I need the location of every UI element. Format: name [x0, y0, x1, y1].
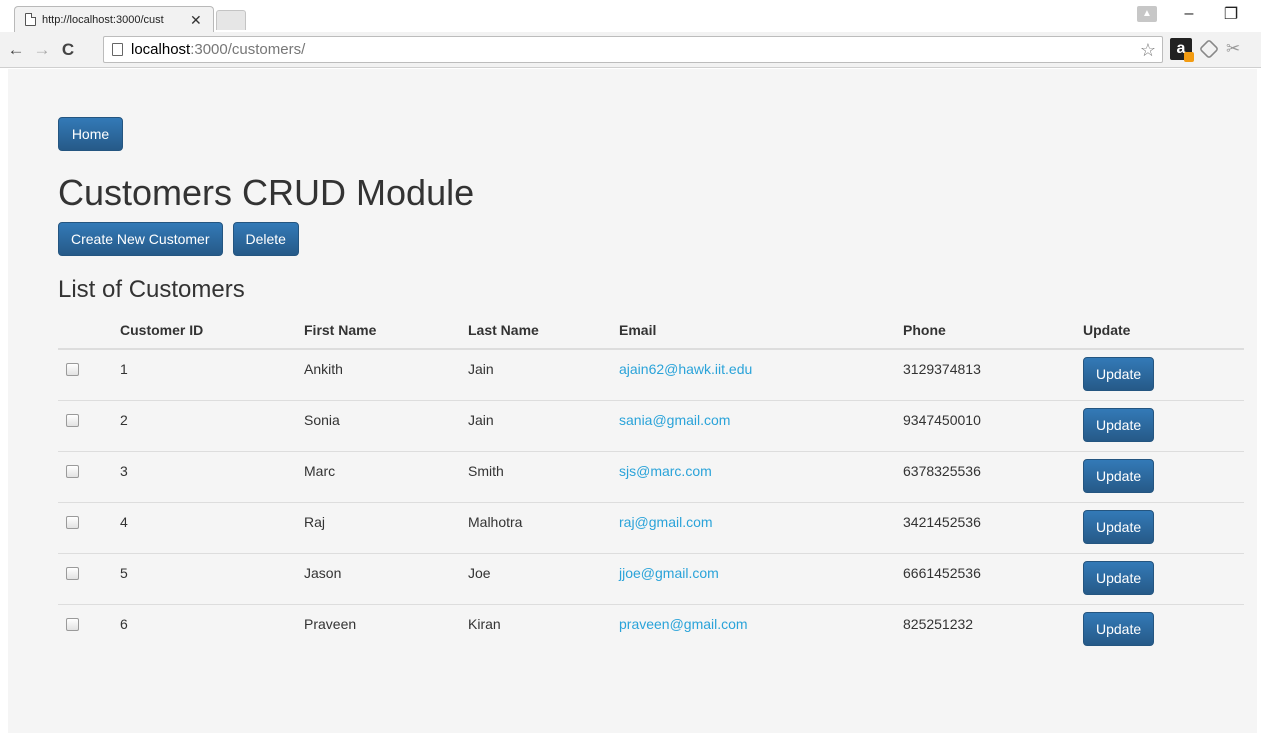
header-update: Update	[1083, 312, 1244, 350]
table-row: 1 Ankith Jain ajain62@hawk.iit.edu 31293…	[58, 349, 1244, 400]
home-button[interactable]: Home	[58, 117, 123, 151]
cube-extension-icon[interactable]	[1198, 38, 1220, 60]
url-path: :3000/customers/	[190, 41, 306, 58]
customer-id-cell: 1	[120, 361, 128, 377]
list-heading: List of Customers	[58, 276, 245, 303]
reload-button[interactable]: C	[58, 40, 78, 60]
header-customer-id: Customer ID	[120, 312, 304, 350]
phone-cell: 3421452536	[903, 501, 1083, 553]
phone-cell: 6378325536	[903, 450, 1083, 502]
create-customer-button[interactable]: Create New Customer	[58, 222, 223, 256]
first-name-cell: Marc	[304, 450, 468, 502]
customer-id-cell: 6	[120, 603, 304, 655]
last-name-cell: Malhotra	[468, 501, 619, 553]
row-checkbox[interactable]	[66, 464, 79, 478]
phone-cell: 3129374813	[903, 361, 981, 377]
tab-strip: http://localhost:3000/cust ✕ ▲ – ❐	[0, 0, 1261, 32]
email-link[interactable]: jjoe@gmail.com	[619, 565, 719, 581]
tab-title: http://localhost:3000/cust	[42, 13, 164, 26]
restore-button[interactable]: ❐	[1221, 4, 1241, 24]
page-viewport: Home Customers CRUD Module Create New Cu…	[8, 69, 1257, 733]
extension-badge	[1184, 52, 1194, 62]
customer-id-cell: 5	[120, 552, 304, 604]
minimize-button[interactable]: –	[1179, 5, 1199, 23]
update-button[interactable]: Update	[1083, 407, 1155, 442]
browser-toolbar: ← → C localhost:3000/customers/ ☆ a ✂	[0, 32, 1261, 68]
update-button[interactable]: Update	[1083, 458, 1155, 493]
last-name-cell: Smith	[468, 450, 619, 502]
update-button[interactable]: Update	[1083, 357, 1155, 391]
update-button[interactable]: Update	[1083, 611, 1155, 646]
last-name-cell: Kiran	[468, 603, 619, 655]
bookmark-star-icon[interactable]: ☆	[1140, 40, 1156, 61]
email-link[interactable]: sania@gmail.com	[619, 412, 730, 428]
first-name-cell: Ankith	[304, 361, 343, 377]
phone-cell: 825251232	[903, 603, 1083, 655]
tool-extension-icon[interactable]: ✂	[1226, 39, 1240, 59]
forward-button[interactable]: →	[32, 40, 52, 60]
customer-id-cell: 3	[120, 450, 304, 502]
row-checkbox[interactable]	[66, 566, 79, 580]
new-tab-button[interactable]	[216, 10, 246, 30]
last-name-cell: Jain	[468, 361, 494, 377]
last-name-cell: Joe	[468, 552, 619, 604]
customers-table: Customer ID First Name Last Name Email P…	[58, 312, 1244, 655]
phone-cell: 9347450010	[903, 399, 1083, 451]
window-controls: ▲ – ❐	[1137, 4, 1241, 24]
browser-tab[interactable]: http://localhost:3000/cust ✕	[14, 6, 214, 32]
email-link[interactable]: raj@gmail.com	[619, 514, 713, 530]
header-select	[58, 312, 120, 350]
action-buttons: Create New Customer Delete	[58, 222, 299, 256]
delete-button[interactable]: Delete	[232, 222, 299, 256]
page-title: Customers CRUD Module	[58, 172, 475, 213]
amazon-extension-icon[interactable]: a	[1170, 38, 1194, 62]
close-tab-icon[interactable]: ✕	[190, 13, 202, 27]
customer-id-cell: 2	[120, 399, 304, 451]
table-row: 6 Praveen Kiran praveen@gmail.com 825251…	[58, 603, 1244, 655]
last-name-cell: Jain	[468, 399, 619, 451]
url-host: localhost	[131, 41, 191, 58]
extension-icons: a ✂	[1170, 38, 1240, 62]
first-name-cell: Jason	[304, 552, 468, 604]
row-checkbox[interactable]	[66, 617, 79, 631]
page-icon	[25, 13, 36, 26]
table-row: 4 Raj Malhotra raj@gmail.com 3421452536 …	[58, 501, 1244, 553]
header-first-name: First Name	[304, 312, 468, 350]
phone-cell: 6661452536	[903, 552, 1083, 604]
header-last-name: Last Name	[468, 312, 619, 350]
row-checkbox[interactable]	[66, 413, 79, 427]
row-checkbox[interactable]	[66, 363, 79, 376]
first-name-cell: Raj	[304, 501, 468, 553]
table-header-row: Customer ID First Name Last Name Email P…	[58, 312, 1244, 350]
table-row: 3 Marc Smith sjs@marc.com 6378325536 Upd…	[58, 450, 1244, 502]
first-name-cell: Sonia	[304, 399, 468, 451]
update-button[interactable]: Update	[1083, 509, 1155, 544]
email-link[interactable]: ajain62@hawk.iit.edu	[619, 361, 752, 377]
back-button[interactable]: ←	[6, 40, 26, 60]
email-link[interactable]: praveen@gmail.com	[619, 616, 748, 632]
customer-id-cell: 4	[120, 501, 304, 553]
update-button[interactable]: Update	[1083, 560, 1155, 595]
header-phone: Phone	[903, 312, 1083, 350]
header-email: Email	[619, 312, 903, 350]
page-icon	[112, 43, 123, 56]
email-link[interactable]: sjs@marc.com	[619, 463, 712, 479]
address-bar[interactable]: localhost:3000/customers/ ☆	[103, 36, 1163, 63]
row-checkbox[interactable]	[66, 515, 79, 529]
profile-icon[interactable]: ▲	[1137, 6, 1157, 22]
table-row: 5 Jason Joe jjoe@gmail.com 6661452536 Up…	[58, 552, 1244, 604]
table-row: 2 Sonia Jain sania@gmail.com 9347450010 …	[58, 399, 1244, 451]
first-name-cell: Praveen	[304, 603, 468, 655]
